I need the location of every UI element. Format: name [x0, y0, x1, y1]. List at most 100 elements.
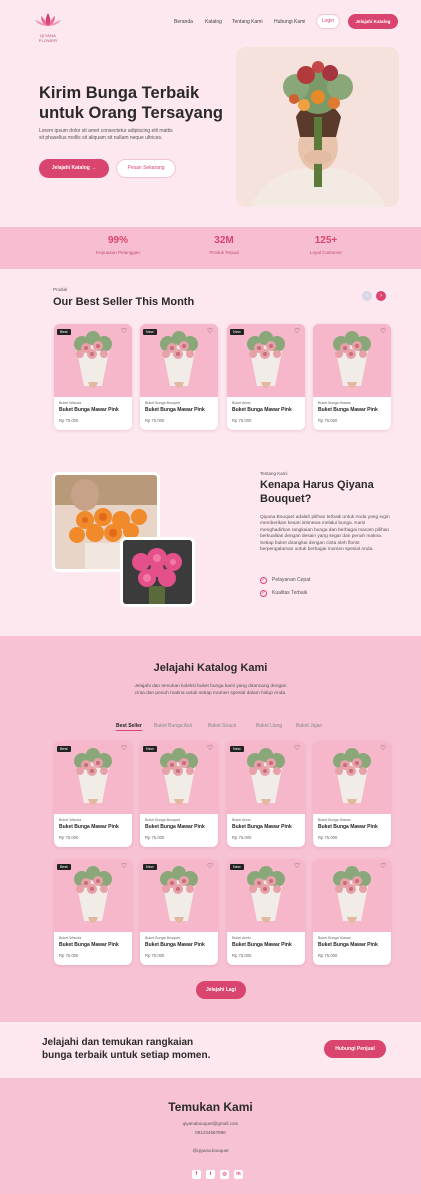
product-name: Buket Bunga Mawar Pink [59, 824, 119, 830]
product-badge: Best [57, 746, 71, 752]
tab-best-seller[interactable]: Best Seller [116, 723, 142, 731]
product-card[interactable]: New ♡ Buket Anniv Buket Bunga Mawar Pink Rp … [227, 324, 305, 430]
heart-icon[interactable]: ♡ [294, 328, 301, 335]
product-price: Rp 75.000 [318, 835, 338, 840]
stat-value: 99% [107, 235, 128, 246]
instagram-icon[interactable]: ◎ [220, 1170, 229, 1179]
footer-phone[interactable]: 081234567890 [0, 1130, 421, 1135]
product-card[interactable]: ♡ Buket Bunga Hiasan Buket Bunga Mawar Pin… [313, 324, 391, 430]
explore-more-button[interactable]: Jelajahi Lagi [196, 981, 246, 999]
hero-section: Kirim Bunga Terbaik untuk Orang Tersayan… [0, 45, 421, 227]
tab-buket-uang[interactable]: Buket Uang [256, 723, 282, 729]
product-name: Buket Bunga Mawar Pink [145, 407, 205, 413]
product-badge: New [230, 329, 244, 335]
product-name: Buket Bunga Mawar Pink [145, 824, 205, 830]
product-card[interactable]: New ♡ Buket Anniv Buket Bunga Mawar Pink Rp … [227, 859, 305, 965]
product-price: Rp 75.000 [145, 835, 165, 840]
stat-item: 32M Produk Terjual [184, 235, 264, 255]
feature-item: ✓ Kualitas Terbaik [260, 590, 307, 597]
product-price: Rp 75.000 [59, 418, 79, 423]
hero-desc-line1: Lorem ipsum dolor sit amet consectetur a… [39, 128, 173, 134]
carousel-prev-button[interactable]: ‹ [362, 291, 372, 301]
heart-icon[interactable]: ♡ [207, 745, 214, 752]
heart-icon[interactable]: ♡ [294, 863, 301, 870]
product-badge: New [143, 746, 157, 752]
product-name: Buket Bunga Mawar Pink [318, 942, 378, 948]
heart-icon[interactable]: ♡ [121, 745, 128, 752]
nav-catalog-button[interactable]: Jelajahi Katalog [348, 14, 398, 29]
linkedin-icon[interactable]: in [234, 1170, 243, 1179]
product-category: Buket Bunga Hiasan [318, 401, 351, 405]
product-card[interactable]: New ♡ Buket Bunga Bouquet Buket Bunga Mawar… [140, 859, 218, 965]
tab-buket-jajan[interactable]: Buket Jajan [296, 723, 322, 729]
footer-email[interactable]: qiyanabouquet@gmail.com [0, 1121, 421, 1126]
feature-label: Pelayanan Cepat [272, 577, 311, 583]
best-title: Our Best Seller This Month [53, 296, 195, 308]
product-badge: Best [57, 329, 71, 335]
footer: Temukan Kami qiyanabouquet@gmail.com 081… [0, 1078, 421, 1194]
heart-icon[interactable]: ♡ [294, 745, 301, 752]
stat-label: Kepuasan Pelanggan [96, 250, 140, 255]
nav-link-tentang[interactable]: Tentang Kami [232, 19, 263, 25]
product-card[interactable]: ♡ Buket Bunga Hiasan Buket Bunga Mawar Pin… [313, 741, 391, 847]
stat-label: Loyal Customer [309, 250, 343, 255]
why-desc: Qiyana Bouquet adalah pilihan terbaik un… [260, 515, 410, 553]
heart-icon[interactable]: ♡ [207, 328, 214, 335]
stat-value: 32M [214, 235, 234, 246]
product-price: Rp 75.000 [232, 953, 252, 958]
stat-item: 125+ Loyal Customer [286, 235, 366, 255]
product-badge: New [230, 746, 244, 752]
product-price: Rp 75.000 [59, 953, 79, 958]
product-price: Rp 75.000 [232, 835, 252, 840]
feature-item: ✓ Pelayanan Cepat [260, 577, 310, 584]
hero-order-button[interactable]: Pesan Sekarang [116, 159, 176, 178]
cta-title-line2: bunga terbaik untuk setiap momen. [42, 1050, 211, 1061]
product-card[interactable]: Best ♡ Buket Wisuda Buket Bunga Mawar Pink R… [54, 859, 132, 965]
product-card[interactable]: ♡ Buket Bunga Hiasan Buket Bunga Mawar Pin… [313, 859, 391, 965]
product-price: Rp 75.000 [318, 418, 338, 423]
login-button[interactable]: Login [316, 14, 340, 29]
facebook-icon[interactable]: f [192, 1170, 201, 1179]
carousel-next-button[interactable]: › [376, 291, 386, 301]
product-card[interactable]: New ♡ Buket Bunga Bouquet Buket Bunga Mawar… [140, 741, 218, 847]
product-card[interactable]: Best ♡ Buket Wisuda Buket Bunga Mawar Pink R… [54, 324, 132, 430]
nav-link-beranda[interactable]: Beranda [174, 19, 193, 25]
hero-catalog-label: Jelajahi Katalog [51, 165, 90, 171]
heart-icon[interactable]: ♡ [121, 863, 128, 870]
heart-icon[interactable]: ♡ [380, 745, 387, 752]
twitter-icon[interactable]: t [206, 1170, 215, 1179]
heart-icon[interactable]: ♡ [207, 863, 214, 870]
hero-image [236, 47, 399, 207]
heart-icon[interactable]: ♡ [121, 328, 128, 335]
hero-title-line2: untuk Orang Tersayang [39, 104, 223, 122]
product-card[interactable]: New ♡ Buket Bunga Bouquet Buket Bunga Mawar… [140, 324, 218, 430]
product-category: Buket Anniv [232, 818, 251, 822]
product-badge: New [230, 864, 244, 870]
chevron-left-icon: ‹ [366, 293, 368, 299]
catalog-section: Jelajahi Katalog Kami Jelajahi dan temuk… [0, 636, 421, 1022]
product-card[interactable]: New ♡ Buket Anniv Buket Bunga Mawar Pink Rp … [227, 741, 305, 847]
arrow-right-icon: → [91, 165, 97, 171]
product-category: Buket Bunga Hiasan [318, 818, 351, 822]
product-price: Rp 75.000 [145, 418, 165, 423]
product-category: Buket Wisuda [59, 818, 82, 822]
footer-handle[interactable]: @qiyana.bouquet [0, 1148, 421, 1153]
tab-buket-snack[interactable]: Buket Snack [208, 723, 236, 729]
nav-link-hubungi[interactable]: Hubungi Kami [274, 19, 305, 25]
product-name: Buket Bunga Mawar Pink [232, 942, 292, 948]
heart-icon[interactable]: ♡ [380, 328, 387, 335]
stat-value: 125+ [314, 235, 338, 246]
product-price: Rp 75.000 [232, 418, 252, 423]
logo[interactable]: QIYANA FLOWER [32, 12, 64, 43]
nav-link-katalog[interactable]: Katalog [205, 19, 222, 25]
why-title-line2: Bouquet? [260, 493, 312, 505]
contact-seller-button[interactable]: Hubungi Penjual [324, 1040, 386, 1058]
tab-buket-bunga[interactable]: Buket Bunga Asli [154, 723, 192, 729]
lotus-logo-icon [35, 13, 61, 26]
product-badge: New [143, 329, 157, 335]
heart-icon[interactable]: ♡ [380, 863, 387, 870]
product-card[interactable]: Best ♡ Buket Wisuda Buket Bunga Mawar Pink R… [54, 741, 132, 847]
why-desc-line: berpengalaman untuk berbagai momen spesi… [260, 547, 374, 553]
hero-bouquet-illustration [236, 47, 399, 207]
hero-catalog-button[interactable]: Jelajahi Katalog → [39, 159, 109, 178]
